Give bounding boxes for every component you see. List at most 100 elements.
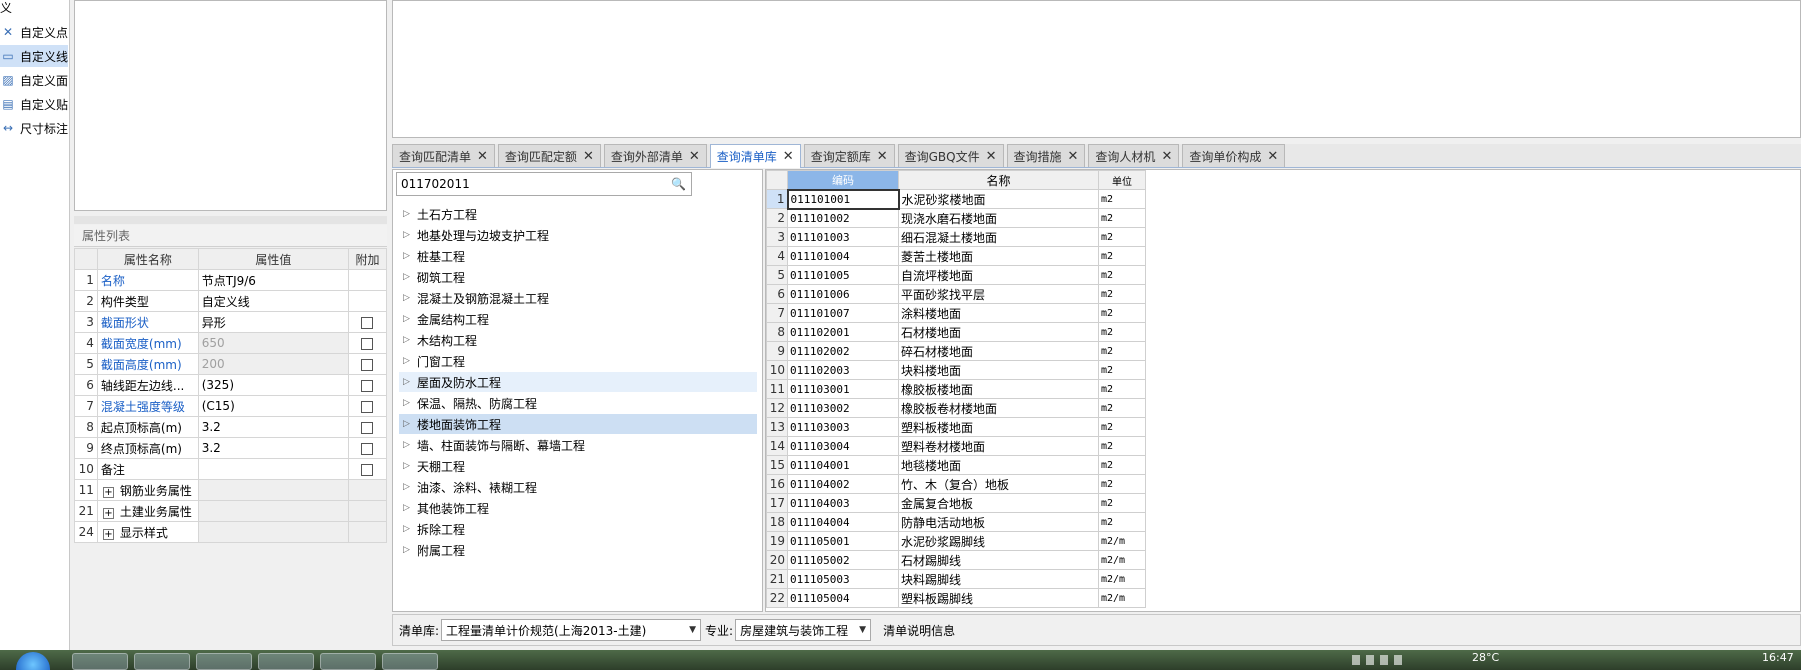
- splitter-bar[interactable]: [74, 216, 387, 224]
- tree-node[interactable]: ▷ 土石方工程: [399, 204, 757, 224]
- bill-unit[interactable]: m2: [1098, 265, 1146, 285]
- bill-name[interactable]: 竹、木（复合）地板: [898, 474, 1099, 494]
- tray-icon[interactable]: [1366, 655, 1374, 665]
- bill-code[interactable]: 011104003: [787, 493, 899, 513]
- bill-name[interactable]: 石材踢脚线: [898, 550, 1099, 570]
- tree-node[interactable]: ▷ 楼地面装饰工程: [399, 414, 757, 434]
- bill-code[interactable]: 011103004: [787, 436, 899, 456]
- expand-arrow-icon[interactable]: ▷: [403, 272, 417, 282]
- bill-name[interactable]: 碎石材楼地面: [898, 341, 1099, 361]
- bill-code[interactable]: 011104004: [787, 512, 899, 532]
- property-row[interactable]: 3 截面形状 异形: [74, 311, 388, 333]
- expand-arrow-icon[interactable]: ▷: [403, 398, 417, 408]
- tree-node[interactable]: ▷ 拆除工程: [399, 519, 757, 539]
- expand-arrow-icon[interactable]: ▷: [403, 314, 417, 324]
- library-select[interactable]: 工程量清单计价规范(上海2013-土建) ▼: [441, 619, 702, 641]
- taskbar-app-button[interactable]: [134, 653, 190, 670]
- bill-unit[interactable]: m2/m: [1098, 569, 1146, 589]
- code-search-input[interactable]: [401, 177, 663, 191]
- tree-node[interactable]: ▷ 砌筑工程: [399, 267, 757, 287]
- tool-item[interactable]: ▭ 自定义线: [0, 45, 68, 67]
- expand-arrow-icon[interactable]: ▷: [403, 356, 417, 366]
- property-row[interactable]: 5 截面高度(mm) 200: [74, 353, 388, 375]
- bill-header-unit[interactable]: 单位: [1098, 170, 1146, 190]
- query-tab[interactable]: 查询清单库 ✕: [709, 144, 801, 168]
- expand-arrow-icon[interactable]: ▷: [403, 293, 417, 303]
- bill-code[interactable]: 011101001: [786, 188, 900, 210]
- query-tab[interactable]: 查询定额库 ✕: [803, 144, 895, 167]
- taskbar-app-button[interactable]: [382, 653, 438, 670]
- bill-name[interactable]: 防静电活动地板: [898, 512, 1099, 532]
- table-row[interactable]: 21 011105003 块料踢脚线 m2/m: [766, 569, 1146, 589]
- expand-plus-icon[interactable]: +: [102, 528, 114, 540]
- tool-item[interactable]: ↔ 尺寸标注: [0, 117, 68, 139]
- drawing-canvas-area[interactable]: [392, 0, 1801, 138]
- bill-code[interactable]: 011104001: [787, 455, 899, 475]
- bill-unit[interactable]: m2: [1098, 360, 1146, 380]
- bill-code[interactable]: 011101006: [787, 284, 899, 304]
- close-icon[interactable]: ✕: [877, 149, 888, 164]
- taskbar-app-button[interactable]: [72, 653, 128, 670]
- extra-checkbox[interactable]: [361, 358, 374, 371]
- tray-icon[interactable]: [1394, 655, 1402, 665]
- expand-arrow-icon[interactable]: ▷: [403, 482, 417, 492]
- tool-item[interactable]: ▤ 自定义贴: [0, 93, 68, 115]
- bill-unit[interactable]: m2/m: [1098, 531, 1146, 551]
- bill-name[interactable]: 金属复合地板: [898, 493, 1099, 513]
- expand-arrow-icon[interactable]: ▷: [403, 377, 417, 387]
- property-row[interactable]: 8 起点顶标高(m) 3.2: [74, 416, 388, 438]
- taskbar-app-button[interactable]: [258, 653, 314, 670]
- bill-unit[interactable]: m2: [1098, 208, 1146, 228]
- bill-name[interactable]: 地毯楼地面: [898, 455, 1099, 475]
- bill-unit[interactable]: m2: [1098, 227, 1146, 247]
- tray-clock[interactable]: 16:47: [1762, 651, 1794, 664]
- query-tab[interactable]: 查询措施 ✕: [1006, 144, 1086, 167]
- table-row[interactable]: 17 011104003 金属复合地板 m2: [766, 493, 1146, 513]
- bill-unit[interactable]: m2: [1098, 417, 1146, 437]
- table-row[interactable]: 5 011101005 自流坪楼地面 m2: [766, 265, 1146, 285]
- taskbar-app-button[interactable]: [196, 653, 252, 670]
- property-row[interactable]: 10 备注: [74, 458, 388, 480]
- bill-unit[interactable]: m2: [1098, 379, 1146, 399]
- tree-node[interactable]: ▷ 木结构工程: [399, 330, 757, 350]
- property-value[interactable]: 异形: [197, 311, 349, 333]
- expand-plus-icon[interactable]: +: [102, 486, 114, 498]
- bill-unit[interactable]: m2/m: [1098, 550, 1146, 570]
- bill-unit[interactable]: m2: [1098, 246, 1146, 266]
- expand-arrow-icon[interactable]: ▷: [403, 524, 417, 534]
- table-row[interactable]: 1 011101001 水泥砂浆楼地面 m2: [766, 188, 1146, 210]
- bill-name[interactable]: 自流坪楼地面: [898, 265, 1099, 285]
- table-row[interactable]: 12 011103002 橡胶板卷材楼地面 m2: [766, 398, 1146, 418]
- bill-header-code[interactable]: 编码: [787, 170, 899, 190]
- close-icon[interactable]: ✕: [583, 149, 594, 164]
- query-tab[interactable]: 查询人材机 ✕: [1088, 144, 1180, 167]
- bill-name[interactable]: 橡胶板卷材楼地面: [898, 398, 1099, 418]
- bill-code[interactable]: 011102001: [787, 322, 899, 342]
- table-row[interactable]: 13 011103003 塑料板楼地面 m2: [766, 417, 1146, 437]
- table-row[interactable]: 11 011103001 橡胶板楼地面 m2: [766, 379, 1146, 399]
- bill-name[interactable]: 平面砂浆找平层: [898, 284, 1099, 304]
- table-row[interactable]: 2 011101002 现浇水磨石楼地面 m2: [766, 208, 1146, 228]
- bill-code[interactable]: 011101004: [787, 246, 899, 266]
- expand-plus-icon[interactable]: +: [102, 507, 114, 519]
- tree-node[interactable]: ▷ 保温、隔热、防腐工程: [399, 393, 757, 413]
- property-row[interactable]: 1 名称 节点TJ9/6: [74, 269, 388, 291]
- tree-node[interactable]: ▷ 其他装饰工程: [399, 498, 757, 518]
- bill-code[interactable]: 011105003: [787, 569, 899, 589]
- tree-node[interactable]: ▷ 桩基工程: [399, 246, 757, 266]
- bill-code[interactable]: 011105002: [787, 550, 899, 570]
- expand-arrow-icon[interactable]: ▷: [403, 230, 417, 240]
- close-icon[interactable]: ✕: [477, 149, 488, 164]
- tree-node[interactable]: ▷ 金属结构工程: [399, 309, 757, 329]
- bill-name[interactable]: 石材楼地面: [898, 322, 1099, 342]
- close-icon[interactable]: ✕: [1267, 149, 1278, 164]
- property-row[interactable]: 7 混凝土强度等级 (C15): [74, 395, 388, 417]
- table-row[interactable]: 19 011105001 水泥砂浆踢脚线 m2/m: [766, 531, 1146, 551]
- expand-arrow-icon[interactable]: ▷: [403, 503, 417, 513]
- bill-name[interactable]: 水泥砂浆踢脚线: [898, 531, 1099, 551]
- tree-node[interactable]: ▷ 门窗工程: [399, 351, 757, 371]
- table-row[interactable]: 15 011104001 地毯楼地面 m2: [766, 455, 1146, 475]
- bill-name[interactable]: 现浇水磨石楼地面: [898, 208, 1099, 228]
- tool-item[interactable]: ✕ 自定义点: [0, 21, 68, 43]
- bill-code[interactable]: 011101002: [787, 208, 899, 228]
